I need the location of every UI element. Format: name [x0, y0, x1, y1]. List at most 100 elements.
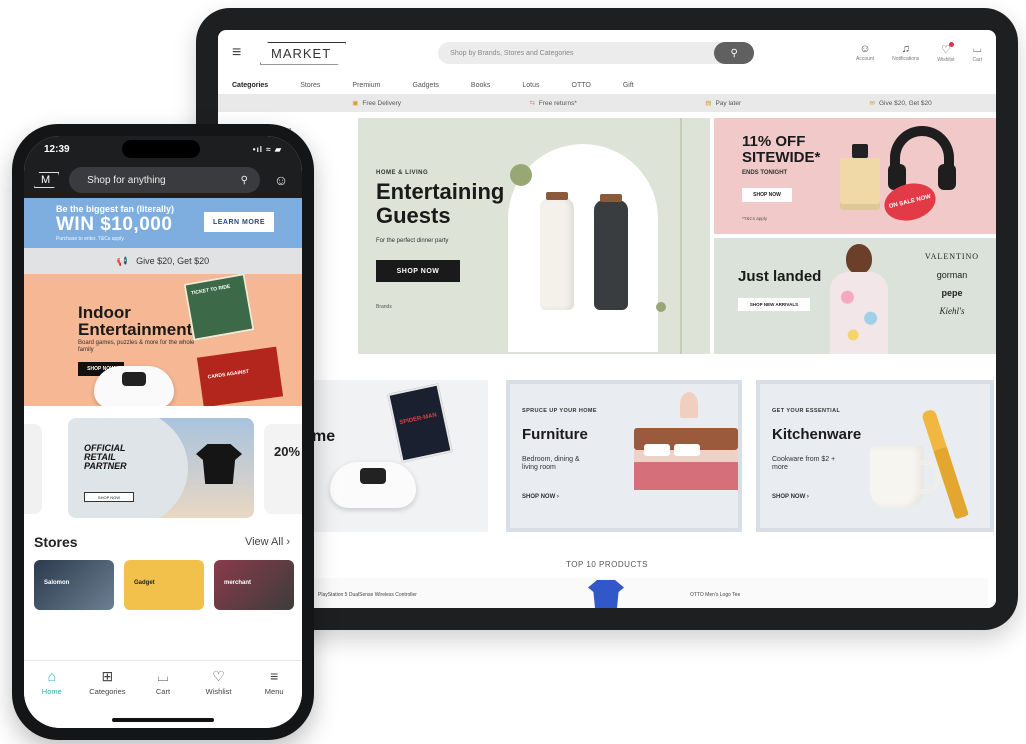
tab-label: Cart: [155, 687, 171, 696]
give-get-label: Give $20, Get $20: [136, 256, 210, 266]
brand-logo[interactable]: M: [34, 172, 59, 188]
tablet-screen: ≡ MARKET Shop by Brands, Stores and Cate…: [218, 30, 996, 608]
category-nav: Categories Stores Premium Gadgets Books …: [218, 76, 996, 94]
cart-label: Cart: [972, 57, 982, 63]
nav-item[interactable]: Lotus: [522, 82, 539, 89]
grid-icon: ⊞: [101, 668, 114, 684]
card-icon: ▤: [705, 100, 712, 107]
decor-dot: [656, 302, 666, 312]
tab-home[interactable]: ⌂ Home: [27, 669, 77, 728]
sale-terms: *T&Cs apply: [742, 216, 768, 221]
white-bottle-image: [540, 192, 574, 310]
signal-battery-icon: •ıl ≈ ▰: [252, 144, 282, 154]
mug-image: [870, 446, 940, 508]
nav-item[interactable]: Premium: [352, 82, 380, 89]
win-tagline: Be the biggest fan (literally): [56, 204, 175, 214]
indoor-banner[interactable]: Indoor Entertainment Board games, puzzle…: [24, 274, 302, 406]
kitchen-eyebrow: GET YOUR ESSENTIAL: [772, 408, 841, 414]
hero-row: Gaming Computers TV & Audio Home Kitchen…: [218, 118, 996, 354]
store-tile[interactable]: Gadget: [124, 560, 204, 610]
benefit-label: Give $20, Get $20: [879, 100, 932, 107]
search-input[interactable]: Shop by Brands, Stores and Categories ⚲: [438, 42, 755, 64]
benefit-item[interactable]: ▣ Free Delivery: [352, 99, 401, 107]
benefit-item[interactable]: ▤ Pay later: [705, 99, 741, 107]
product-title[interactable]: OTTO Men's Logo Tee: [690, 592, 740, 598]
hero-banner[interactable]: HOME & LIVING Entertaining Guests For th…: [358, 118, 710, 354]
search-icon[interactable]: ⚲: [714, 42, 755, 64]
carousel-card-next[interactable]: 20%: [264, 424, 302, 514]
tab-label: Menu: [264, 687, 284, 696]
indoor-title: Indoor Entertainment: [78, 303, 193, 339]
return-icon: ⇆: [529, 100, 535, 107]
kitchen-shop-link[interactable]: SHOP NOW ›: [772, 494, 809, 500]
sale-promo-tile[interactable]: 11% OFF SITEWIDE* ENDS TONIGHT SHOP NOW …: [714, 118, 996, 234]
furniture-title: Furniture: [522, 426, 588, 443]
product-title[interactable]: PlayStation 5 DualSense Wireless Control…: [318, 592, 417, 598]
tab-label: Wishlist: [205, 687, 232, 696]
model-image: [824, 244, 894, 354]
give-get-strip[interactable]: 📢 Give $20, Get $20: [24, 248, 302, 274]
nav-item-categories[interactable]: Categories: [232, 82, 268, 89]
hero-shop-now-button[interactable]: SHOP NOW: [376, 260, 460, 282]
gaming-card[interactable]: me: [288, 380, 488, 532]
carousel-shop-button[interactable]: SHOP NOW: [84, 492, 134, 502]
stores-list: Salomon Gadget merchant: [24, 560, 302, 610]
store-name: Salomon: [44, 580, 70, 586]
furniture-card[interactable]: SPRUCE UP YOUR HOME Furniture Bedroom, d…: [506, 380, 742, 532]
heart-icon: ♡: [212, 668, 225, 684]
carousel-card[interactable]: OFFICIAL RETAIL PARTNER SHOP NOW: [68, 418, 254, 518]
device-mockup: ≡ MARKET Shop by Brands, Stores and Cate…: [0, 0, 1026, 744]
user-icon[interactable]: ☺: [270, 172, 292, 188]
menu-icon: ≡: [270, 668, 279, 684]
controller-image: [330, 462, 416, 508]
win-headline: WIN $10,000: [56, 214, 173, 235]
hamburger-icon[interactable]: ≡: [232, 44, 248, 62]
carousel-card-prev[interactable]: [24, 424, 42, 514]
brand-list: VALENTINO gorman pepe Kiehl's: [914, 248, 990, 320]
kitchenware-card[interactable]: GET YOUR ESSENTIAL Kitchenware Cookware …: [756, 380, 994, 532]
dynamic-island: [122, 140, 201, 158]
search-input[interactable]: Shop for anything ⚲: [69, 167, 260, 193]
nav-item[interactable]: OTTO: [572, 82, 591, 89]
learn-more-button[interactable]: LEARN MORE: [204, 212, 274, 232]
search-icon[interactable]: ⚲: [241, 175, 248, 186]
search-placeholder: Shop for anything: [87, 174, 166, 186]
account-button[interactable]: ☺ Account: [856, 43, 874, 63]
notifications-button[interactable]: ♫ Notifications: [892, 43, 919, 63]
home-icon: ⌂: [47, 668, 57, 684]
benefit-label: Free returns*: [538, 100, 577, 107]
nav-item[interactable]: Books: [471, 82, 490, 89]
bell-icon: ♫: [901, 43, 910, 55]
indoor-desc: Board games, puzzles & more for the whol…: [78, 340, 195, 353]
view-all-link[interactable]: View All ›: [245, 536, 290, 548]
nav-item[interactable]: Gadgets: [412, 82, 438, 89]
new-arrivals-tile[interactable]: Just landed SHOP NEW ARRIVALS VALENTINO …: [714, 238, 996, 354]
furniture-shop-link[interactable]: SHOP NOW ›: [522, 494, 559, 500]
store-tile[interactable]: merchant: [214, 560, 294, 610]
sale-shop-button[interactable]: SHOP NOW: [742, 188, 792, 202]
nav-item[interactable]: Gift: [623, 82, 634, 89]
wishlist-button[interactable]: ♡ Wishlist: [937, 42, 955, 63]
bed-image: [634, 428, 738, 494]
kitchen-title: Kitchenware: [772, 426, 862, 443]
brand-logo[interactable]: MARKET: [260, 42, 346, 65]
decor-bar: [680, 118, 682, 354]
header-icons: ☺ Account ♫ Notifications ♡ Wishlist ⌴ C…: [856, 42, 982, 63]
home-indicator: [112, 718, 214, 722]
cardgame-image: [196, 346, 284, 406]
phone-device: 12:39 •ıl ≈ ▰ M Shop for anything ⚲ ☺ Be…: [12, 124, 314, 740]
cart-button[interactable]: ⌴ Cart: [973, 43, 982, 63]
lamp-image: [680, 392, 698, 418]
hero-title: Entertaining Guests: [376, 179, 505, 228]
nav-item[interactable]: Stores: [300, 82, 320, 89]
hero-eyebrow: HOME & LIVING: [376, 170, 429, 176]
store-tile[interactable]: Salomon: [34, 560, 114, 610]
benefit-item[interactable]: ⇆ Free returns*: [529, 99, 576, 107]
benefit-item[interactable]: ✉ Give $20, Get $20: [870, 99, 932, 107]
win-banner[interactable]: Be the biggest fan (literally) WIN $10,0…: [24, 198, 302, 248]
new-arrivals-button[interactable]: SHOP NEW ARRIVALS: [738, 298, 810, 311]
megaphone-icon: 📢: [116, 255, 129, 266]
wishlist-label: Wishlist: [937, 57, 955, 63]
tab-menu[interactable]: ≡ Menu: [249, 669, 299, 728]
brand-logo-gorman: gorman: [936, 270, 968, 280]
